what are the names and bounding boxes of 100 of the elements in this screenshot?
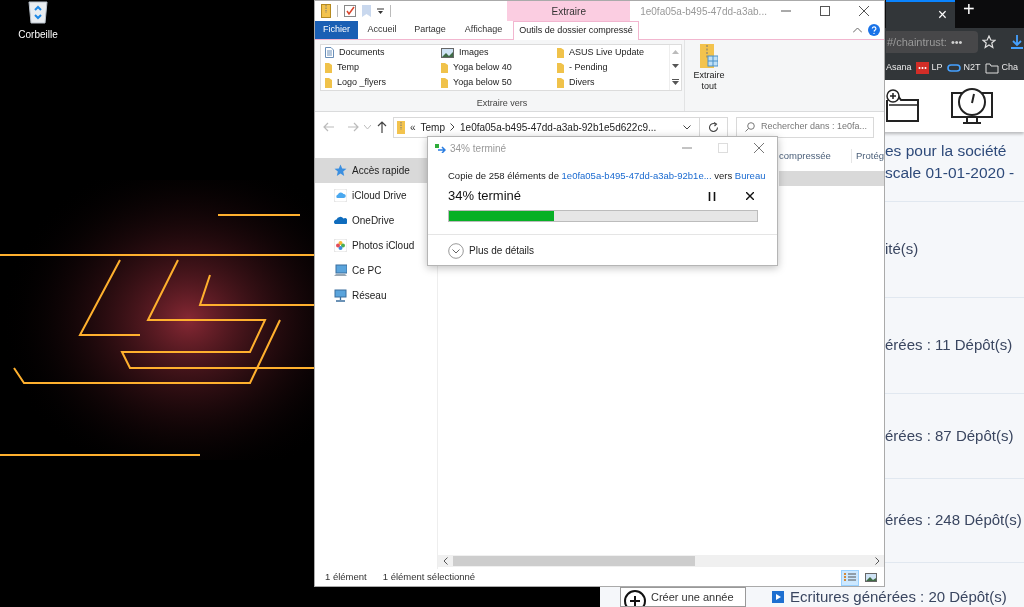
folder-plus-icon[interactable] [885, 88, 921, 124]
star-icon[interactable] [982, 35, 996, 49]
gallery-item[interactable]: - Pending [553, 60, 669, 75]
desktop-icon-label[interactable]: Corbeille [18, 27, 58, 42]
refresh-icon [708, 121, 719, 133]
ribbon-tab[interactable]: Partage [406, 21, 454, 39]
nav-pane-item[interactable]: OneDrive [315, 208, 437, 233]
deposit-summary: érées : 87 Dépôt(s) [885, 425, 1014, 446]
gallery-item[interactable]: Documents [321, 45, 437, 60]
maximize-icon [718, 143, 728, 153]
help-icon[interactable] [868, 24, 880, 36]
deposit-summary: érées : 11 Dépôt(s) [885, 335, 1013, 356]
gallery-item[interactable]: Temp [321, 60, 437, 75]
window-title: 1e0fa05a-b495-47dd-a3ab... [639, 4, 767, 19]
horizontal-scrollbar[interactable] [438, 555, 884, 567]
nav-pane-item[interactable]: iCloud Drive [315, 183, 437, 208]
ribbon-tab[interactable]: Accueil [358, 21, 406, 39]
address-text: #/chaintrust: [887, 34, 947, 50]
scroll-down-icon[interactable] [672, 64, 679, 69]
folder-icon [325, 62, 332, 73]
chevron-right-icon [450, 123, 455, 131]
gallery-item[interactable]: Yoga below 40 [437, 60, 553, 75]
column-header[interactable]: Protég [851, 148, 884, 164]
network-icon [334, 289, 347, 302]
dialog-title: 34% terminé [450, 141, 507, 156]
folder-icon [441, 62, 448, 73]
create-year-button[interactable]: Créer une année [620, 587, 746, 607]
close-icon [754, 143, 764, 153]
bookmark[interactable]: N2T [946, 61, 981, 75]
bookmark[interactable]: LP [915, 61, 943, 75]
new-tab-button[interactable]: + [963, 0, 975, 24]
status-text: 1 élément sélectionné [382, 570, 476, 585]
computer-icon [334, 264, 347, 277]
status-text: 1 élément [325, 570, 367, 585]
picture-icon [441, 47, 454, 58]
breadcrumb-item[interactable]: 1e0fa05a-b495-47dd-a3ab-92b1e5d622c9... [460, 119, 657, 135]
deposit-summary: Ecritures générées : 20 Dépôt(s) [790, 586, 1007, 607]
close-icon [859, 6, 870, 16]
folder-icon [557, 62, 564, 73]
gallery-item[interactable]: Yoga below 50 [437, 75, 553, 90]
dropdown-icon[interactable] [683, 124, 691, 130]
list-icon [844, 572, 856, 583]
ribbon-group-label: Extraire vers [476, 97, 528, 110]
gallery-item[interactable]: ASUS Live Update [553, 45, 669, 60]
scrollbar-thumb[interactable] [453, 556, 695, 566]
folder-icon [557, 47, 564, 58]
breadcrumb-overflow[interactable]: « [410, 119, 416, 135]
nav-pane-item[interactable]: Réseau [315, 283, 437, 308]
folder-icon [441, 77, 448, 88]
copy-arrow-icon [435, 143, 446, 153]
zip-folder-icon [700, 44, 718, 68]
search-icon [745, 122, 755, 132]
cloud-icon [334, 214, 347, 227]
page-heading: es pour la société [885, 141, 1008, 161]
gallery-item[interactable]: Images [437, 45, 553, 60]
scroll-left-icon[interactable] [443, 557, 448, 565]
folder-icon [984, 62, 999, 74]
extract-all-button[interactable]: Extraire tout [689, 44, 729, 96]
column-header[interactable]: compressée [775, 148, 851, 164]
nav-pane-item[interactable]: Ce PC [315, 258, 437, 283]
play-square-icon[interactable] [772, 591, 784, 603]
recycle-bin-icon[interactable] [26, 0, 50, 24]
gallery-item[interactable]: Divers [553, 75, 669, 90]
pause-icon[interactable] [708, 191, 716, 201]
download-icon[interactable] [1010, 34, 1024, 50]
chevron-circle-icon [448, 242, 464, 259]
context-tab-group: Extraire [507, 1, 631, 21]
ribbon-tab[interactable]: Outils de dossier compressé [513, 21, 639, 40]
ribbon-tab[interactable]: Affichage [454, 21, 513, 39]
dots-square-icon [915, 62, 929, 74]
progress-text: 34% terminé [448, 187, 521, 206]
folder-icon [557, 77, 564, 88]
copy-message: Copie de 258 éléments de 1e0fa05a-b495-47dd-a3ab-92b1e... vers Bureau [448, 169, 766, 183]
ribbon-tab[interactable]: Fichier [315, 21, 358, 39]
scroll-right-icon[interactable] [875, 557, 880, 565]
folder-icon [325, 77, 332, 88]
breadcrumb-item[interactable]: Temp [420, 119, 445, 135]
destination-link[interactable]: Bureau [734, 170, 766, 181]
deposit-summary: ité(s) [885, 239, 919, 260]
details-view-button[interactable] [841, 569, 859, 586]
cancel-icon[interactable] [746, 192, 754, 200]
document-icon [325, 47, 334, 58]
address-bar[interactable]: #/chaintrust: ••• [886, 31, 978, 53]
bookmark[interactable]: Cha [984, 61, 1019, 75]
page-heading: scale 01-01-2020 - [885, 163, 1016, 183]
dropdown-icon[interactable] [377, 8, 384, 14]
gallery-item[interactable]: Logo _flyers [321, 75, 437, 90]
expand-gallery-icon[interactable] [672, 78, 679, 85]
bookmark[interactable]: Asana [886, 61, 912, 75]
cloud-icon [334, 189, 347, 202]
source-link[interactable]: 1e0fa05a-b495-47dd-a3ab-92b1e... [561, 170, 712, 181]
tab-close-button[interactable]: × [937, 3, 947, 27]
deposit-summary: érées : 248 Dépôt(s) [885, 510, 1022, 531]
page-actions-button[interactable]: ••• [950, 33, 963, 51]
star-icon [334, 164, 347, 177]
gauge-monitor-icon[interactable] [951, 87, 993, 125]
browser-tab[interactable]: × [886, 0, 955, 28]
maximize-icon [820, 6, 831, 16]
checklist-icon[interactable] [344, 5, 356, 17]
up-arrow-icon[interactable] [377, 121, 387, 133]
